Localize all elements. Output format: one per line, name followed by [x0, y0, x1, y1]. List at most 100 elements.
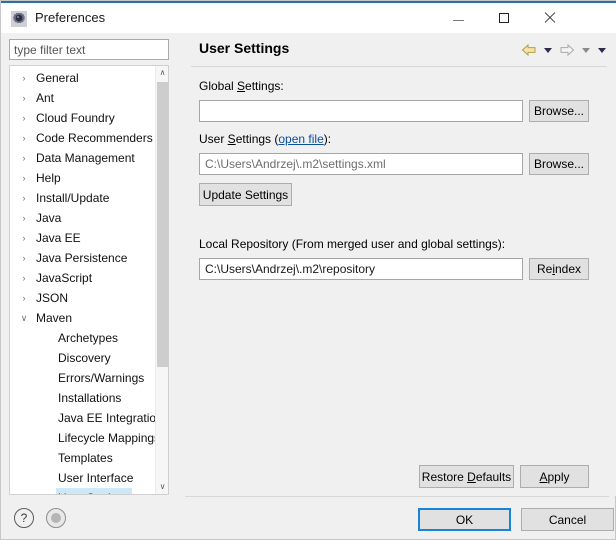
close-icon	[543, 12, 555, 24]
local-repository-input[interactable]	[199, 258, 523, 280]
close-button[interactable]	[526, 3, 571, 33]
sidebar-item-ant[interactable]: › Ant	[10, 88, 156, 108]
sidebar-item-label: Java EE	[36, 231, 81, 245]
page-header: User Settings	[177, 33, 616, 67]
sidebar-item-json[interactable]: › JSON	[10, 288, 156, 308]
sidebar-item-label: User Settings	[56, 488, 133, 494]
title-bar: Preferences	[1, 1, 616, 33]
sidebar-item-java-ee[interactable]: › Java EE	[10, 228, 156, 248]
sidebar-item-code-recommenders[interactable]: › Code Recommenders	[10, 128, 156, 148]
chevron-down-icon	[544, 47, 552, 53]
sidebar-item-templates[interactable]: Templates	[10, 448, 156, 468]
sidebar-item-label: Installations	[58, 391, 122, 405]
chevron-right-icon[interactable]: ›	[19, 108, 29, 128]
sidebar-item-label: Cloud Foundry	[36, 111, 115, 125]
sidebar-item-discovery[interactable]: Discovery	[10, 348, 156, 368]
sidebar-item-help[interactable]: › Help	[10, 168, 156, 188]
sidebar-item-label: Maven	[36, 311, 73, 325]
maximize-button[interactable]	[481, 3, 526, 33]
minimize-icon	[453, 19, 464, 21]
sidebar-item-errors-warnings[interactable]: Errors/Warnings	[10, 368, 156, 388]
sidebar-item-label: Help	[36, 171, 61, 185]
chevron-right-icon[interactable]: ›	[19, 148, 29, 168]
chevron-down-icon[interactable]: ∨	[19, 308, 29, 328]
chevron-right-icon[interactable]: ›	[19, 128, 29, 148]
sidebar-item-label: Data Management	[36, 151, 135, 165]
cancel-button[interactable]: Cancel	[521, 508, 614, 531]
filter-input[interactable]	[9, 39, 169, 60]
forward-button[interactable]	[557, 41, 577, 59]
sidebar-item-label: JSON	[36, 291, 69, 305]
sidebar-item-cloud-foundry[interactable]: › Cloud Foundry	[10, 108, 156, 128]
sidebar-item-java[interactable]: › Java	[10, 208, 156, 228]
sidebar-item-install-update[interactable]: › Install/Update	[10, 188, 156, 208]
page-menu-button[interactable]	[595, 41, 609, 59]
chevron-right-icon[interactable]: ›	[19, 288, 29, 308]
settings-form: Global Settings: Browse... User Settings…	[177, 67, 616, 488]
chevron-right-icon[interactable]: ›	[19, 228, 29, 248]
apply-button[interactable]: Apply	[520, 465, 589, 488]
global-settings-browse-button[interactable]: Browse...	[529, 100, 589, 122]
sidebar-item-label: Templates	[58, 451, 113, 465]
sidebar-item-general[interactable]: › General	[10, 68, 156, 88]
sidebar-item-maven[interactable]: ∨ Maven	[10, 308, 156, 328]
sidebar-item-java-persistence[interactable]: › Java Persistence	[10, 248, 156, 268]
reindex-button[interactable]: Reindex	[529, 258, 589, 280]
chevron-right-icon[interactable]: ›	[19, 68, 29, 88]
sidebar-item-data-management[interactable]: › Data Management	[10, 148, 156, 168]
settings-page: User Settings Global Settings: Browse...…	[177, 33, 616, 496]
sidebar-item-java-ee-integration[interactable]: Java EE Integration	[10, 408, 163, 428]
ok-button[interactable]: OK	[418, 508, 511, 531]
preferences-tree[interactable]: › General › Ant › Cloud Foundry › Code Recommen…	[9, 65, 169, 495]
chevron-right-icon[interactable]: ›	[19, 248, 29, 268]
chevron-right-icon[interactable]: ›	[19, 188, 29, 208]
chevron-right-icon[interactable]: ›	[19, 208, 29, 228]
sidebar-item-lifecycle-mappings[interactable]: Lifecycle Mappings	[10, 428, 160, 448]
forward-arrow-icon	[560, 43, 575, 57]
page-title: User Settings	[199, 40, 290, 56]
restore-defaults-button[interactable]: Restore Defaults	[419, 465, 514, 488]
forward-dropdown-button[interactable]	[579, 41, 593, 59]
tree-scrollbar[interactable]: ∧ ∨	[155, 66, 168, 494]
sidebar-item-label: Archetypes	[58, 331, 119, 345]
sidebar-item-label: Code Recommenders	[36, 131, 153, 145]
preferences-dialog: Preferences › General › Ant › Cloud Foundry › C…	[0, 0, 616, 540]
chevron-down-icon	[598, 47, 606, 53]
back-dropdown-button[interactable]	[541, 41, 555, 59]
back-button[interactable]	[519, 41, 539, 59]
scrollbar-thumb[interactable]	[157, 82, 168, 367]
sidebar-item-label: General	[36, 71, 79, 85]
sidebar-item-label: Lifecycle Mappings	[58, 431, 161, 445]
minimize-button[interactable]	[436, 3, 481, 33]
update-settings-button[interactable]: Update Settings	[199, 183, 292, 206]
oomph-icon[interactable]	[46, 508, 66, 528]
user-settings-input[interactable]	[199, 153, 523, 175]
dialog-footer: ? OK Cancel	[1, 497, 615, 539]
sidebar-item-label: Install/Update	[36, 191, 110, 205]
sidebar-item-installations[interactable]: Installations	[10, 388, 156, 408]
sidebar-item-user-interface[interactable]: User Interface	[10, 468, 156, 488]
sidebar-item-label: Errors/Warnings	[58, 371, 145, 385]
sidebar-item-archetypes[interactable]: Archetypes	[10, 328, 156, 348]
global-settings-input[interactable]	[199, 100, 523, 122]
sidebar-item-label: Discovery	[58, 351, 111, 365]
user-settings-label: User Settings (open file):	[199, 132, 332, 146]
sidebar-item-label: User Interface	[58, 471, 134, 485]
help-icon[interactable]: ?	[14, 508, 34, 528]
chevron-right-icon[interactable]: ›	[19, 168, 29, 188]
page-navigation	[519, 41, 609, 59]
chevron-right-icon[interactable]: ›	[19, 268, 29, 288]
gear-icon	[11, 11, 27, 27]
chevron-down-icon	[582, 47, 590, 53]
user-settings-browse-button[interactable]: Browse...	[529, 153, 589, 175]
sidebar-item-label: Java Persistence	[36, 251, 128, 265]
maximize-icon	[498, 13, 509, 23]
open-file-link[interactable]: open file	[278, 132, 323, 146]
chevron-right-icon[interactable]: ›	[19, 88, 29, 108]
sidebar-item-javascript[interactable]: › JavaScript	[10, 268, 156, 288]
scroll-up-icon[interactable]: ∧	[156, 66, 168, 80]
sidebar-item-label: Java EE Integration	[58, 411, 163, 425]
scroll-down-icon[interactable]: ∨	[156, 480, 168, 494]
local-repository-label: Local Repository (From merged user and g…	[199, 237, 506, 251]
sidebar-item-user-settings[interactable]: User Settings	[10, 488, 156, 494]
